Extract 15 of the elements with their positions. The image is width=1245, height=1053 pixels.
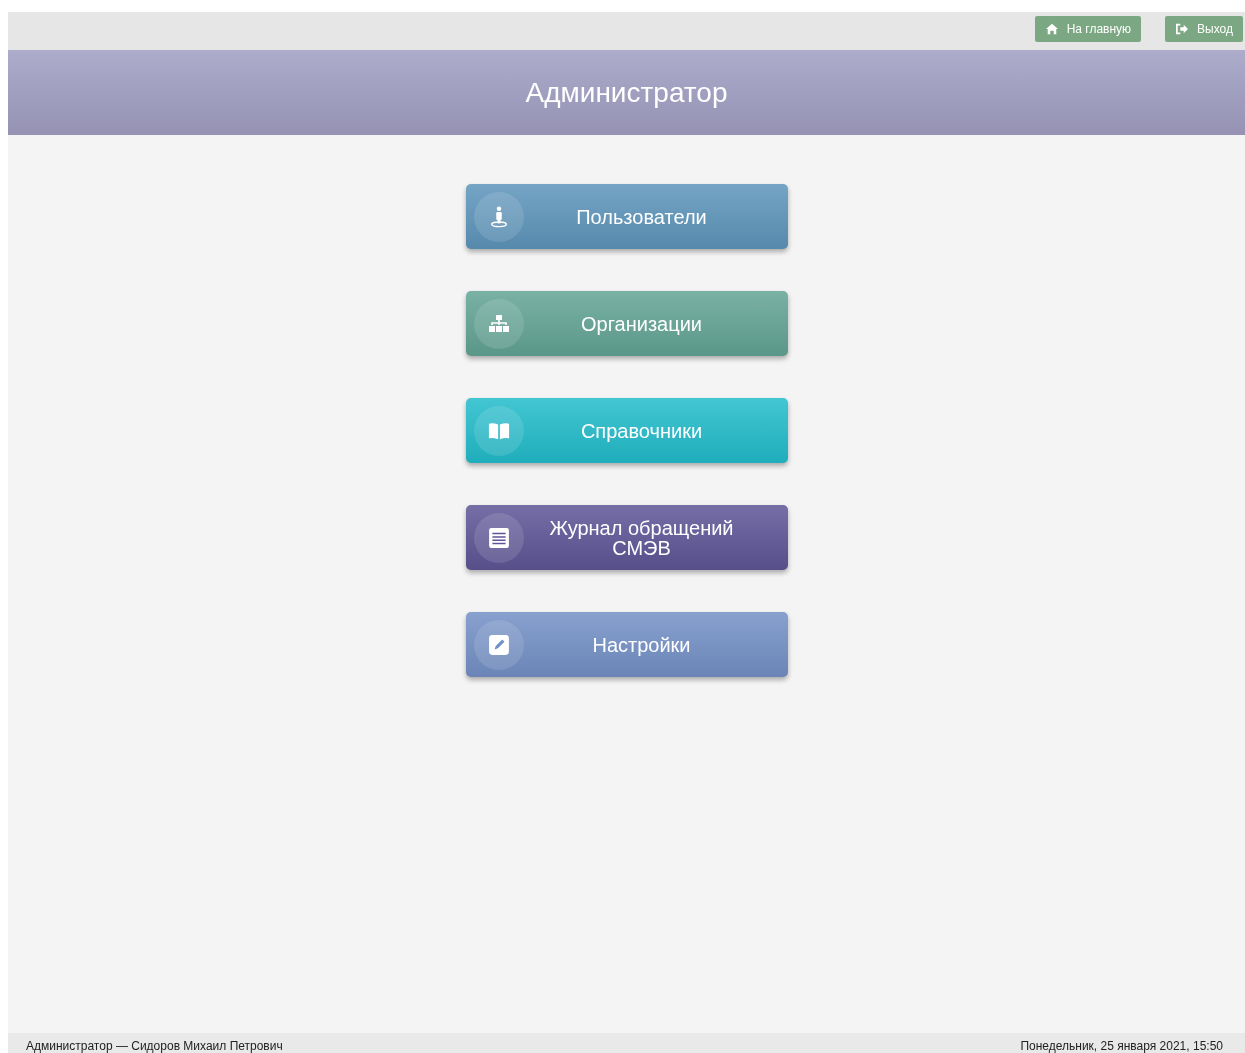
hierarchy-icon	[487, 312, 510, 335]
menu-tile-button[interactable]: Журнал обращений СМЭВ	[465, 505, 788, 570]
home-icon	[1044, 23, 1059, 35]
sign-out-icon	[1175, 23, 1190, 35]
page-title: Администратор	[525, 76, 728, 109]
menu-tile-button[interactable]: Пользователи	[465, 184, 788, 249]
menu-tile-button[interactable]: Настройки	[465, 612, 788, 677]
pencil-icon	[487, 633, 510, 656]
menu-tile-button[interactable]: Организации	[465, 291, 788, 356]
menu-tile-button[interactable]: Справочники	[465, 398, 788, 463]
exit-button[interactable]: Выход	[1165, 16, 1243, 42]
list-icon	[487, 526, 510, 549]
user-info-text: Администратор — Сидоров Михаил Петрович	[26, 1039, 283, 1053]
datetime-text: Понедельник, 25 января 2021, 15:50	[1020, 1039, 1223, 1053]
home-button[interactable]: На главную	[1034, 16, 1142, 42]
